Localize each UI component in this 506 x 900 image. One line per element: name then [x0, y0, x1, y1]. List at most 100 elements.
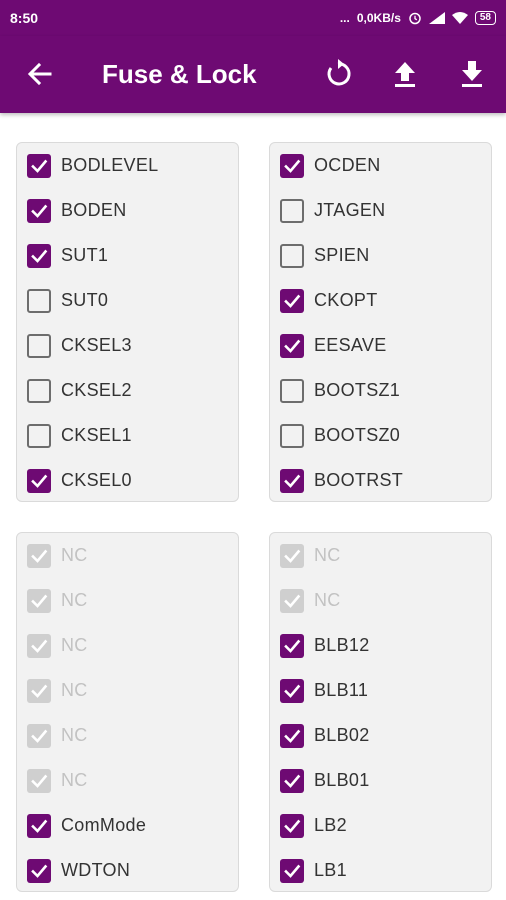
checkbox-row[interactable]: BODEN [17, 188, 238, 233]
checkbox-checked [27, 633, 51, 658]
checkbox-checked[interactable] [280, 858, 304, 883]
checkbox-unchecked[interactable] [280, 243, 304, 268]
refresh-icon[interactable] [322, 58, 354, 90]
checkbox-label: CKSEL3 [61, 335, 132, 355]
checkmark-icon [284, 549, 301, 563]
checkbox-unchecked[interactable] [280, 198, 304, 223]
checkbox-row[interactable]: CKSEL1 [17, 413, 238, 458]
checkbox-row[interactable]: SPIEN [270, 233, 491, 278]
checkbox-checked[interactable] [280, 813, 304, 838]
checkbox-checked[interactable] [27, 813, 51, 838]
checkbox-unchecked[interactable] [27, 333, 51, 358]
checkbox-row[interactable]: BLB11 [270, 668, 491, 713]
checkbox-checked [27, 588, 51, 613]
checkbox-checked[interactable] [280, 288, 304, 313]
checkbox-checked[interactable] [27, 153, 51, 178]
checkbox-row[interactable]: BOOTRST [270, 458, 491, 503]
checkbox-label: CKSEL1 [61, 425, 132, 445]
checkbox-unchecked[interactable] [27, 378, 51, 403]
checkmark-icon [31, 204, 48, 218]
status-icons: ... 0,0KB/s 58 [340, 11, 496, 25]
checkbox-row[interactable]: BOOTSZ1 [270, 368, 491, 413]
download-icon[interactable] [456, 58, 488, 90]
checkbox-row[interactable]: BODLEVEL [17, 143, 238, 188]
checkbox-row[interactable]: WDTON [17, 848, 238, 893]
checkbox-label: CKSEL0 [61, 470, 132, 490]
checkmark-icon [31, 249, 48, 263]
checkbox-row: NC [17, 758, 238, 803]
checkbox-checked [280, 543, 304, 568]
network-speed: 0,0KB/s [356, 11, 401, 25]
checkmark-icon [31, 774, 48, 788]
checkbox-label: BLB02 [314, 725, 370, 745]
checkbox-checked [280, 588, 304, 613]
checkbox-checked[interactable] [280, 768, 304, 793]
fuse-panel-right: OCDEN JTAGEN SPIEN CKOPT EESAVE BOOTSZ1 BOOTSZ… [269, 142, 492, 502]
checkbox-unchecked[interactable] [280, 423, 304, 448]
upload-icon[interactable] [389, 58, 421, 90]
checkbox-label: BLB01 [314, 770, 370, 790]
checkbox-row[interactable]: LB1 [270, 848, 491, 893]
checkbox-checked [27, 723, 51, 748]
checkmark-icon [31, 684, 48, 698]
checkmark-icon [31, 639, 48, 653]
checkmark-icon [284, 729, 301, 743]
lock-panel-right: NC NC BLB12 BLB11 BLB02 BLB01 LB2 LB1 [269, 532, 492, 892]
checkbox-row: NC [270, 533, 491, 578]
checkmark-icon [284, 774, 301, 788]
checkbox-label: NC [61, 545, 88, 565]
checkbox-checked[interactable] [280, 153, 304, 178]
checkbox-row: NC [17, 623, 238, 668]
checkbox-row[interactable]: JTAGEN [270, 188, 491, 233]
checkmark-icon [31, 594, 48, 608]
checkbox-row[interactable]: BLB12 [270, 623, 491, 668]
checkbox-checked[interactable] [27, 243, 51, 268]
checkbox-unchecked[interactable] [280, 378, 304, 403]
checkbox-checked[interactable] [280, 333, 304, 358]
checkbox-checked[interactable] [280, 723, 304, 748]
checkbox-label: CKOPT [314, 290, 378, 310]
checkmark-icon [31, 159, 48, 173]
fuse-panel-left: BODLEVEL BODEN SUT1 SUT0 CKSEL3 CKSEL2 CKSEL1 C… [16, 142, 239, 502]
status-bar: 8:50 ... 0,0KB/s 58 [0, 0, 506, 36]
checkbox-row[interactable]: BOOTSZ0 [270, 413, 491, 458]
checkbox-row[interactable]: BLB01 [270, 758, 491, 803]
checkbox-label: NC [61, 725, 88, 745]
checkbox-label: EESAVE [314, 335, 387, 355]
checkmark-icon [284, 864, 301, 878]
checkbox-label: ComMode [61, 815, 147, 835]
checkmark-icon [284, 819, 301, 833]
checkbox-label: BODEN [61, 200, 127, 220]
checkbox-checked[interactable] [27, 858, 51, 883]
checkbox-row[interactable]: BLB02 [270, 713, 491, 758]
notification-dots: ... [339, 11, 350, 25]
checkbox-checked[interactable] [27, 468, 51, 493]
checkbox-row[interactable]: CKSEL2 [17, 368, 238, 413]
checkbox-label: BOOTSZ0 [314, 425, 401, 445]
checkbox-label: BODLEVEL [61, 155, 159, 175]
checkbox-checked[interactable] [280, 678, 304, 703]
checkbox-row[interactable]: CKSEL3 [17, 323, 238, 368]
checkbox-checked[interactable] [280, 633, 304, 658]
checkmark-icon [31, 819, 48, 833]
checkbox-row[interactable]: SUT0 [17, 278, 238, 323]
checkbox-checked [27, 543, 51, 568]
checkbox-checked[interactable] [27, 198, 51, 223]
checkbox-unchecked[interactable] [27, 288, 51, 313]
checkbox-row[interactable]: EESAVE [270, 323, 491, 368]
checkmark-icon [31, 474, 48, 488]
checkbox-row: NC [17, 668, 238, 713]
checkbox-row[interactable]: ComMode [17, 803, 238, 848]
checkbox-checked[interactable] [280, 468, 304, 493]
checkbox-row[interactable]: LB2 [270, 803, 491, 848]
checkbox-unchecked[interactable] [27, 423, 51, 448]
checkbox-row[interactable]: CKSEL0 [17, 458, 238, 503]
checkbox-label: NC [61, 590, 88, 610]
checkbox-row[interactable]: SUT1 [17, 233, 238, 278]
checkbox-row[interactable]: OCDEN [270, 143, 491, 188]
checkbox-row[interactable]: CKOPT [270, 278, 491, 323]
checkbox-label: SPIEN [314, 245, 370, 265]
checkbox-checked [27, 768, 51, 793]
back-arrow-icon[interactable] [26, 60, 54, 88]
page-title: Fuse & Lock [102, 59, 257, 89]
